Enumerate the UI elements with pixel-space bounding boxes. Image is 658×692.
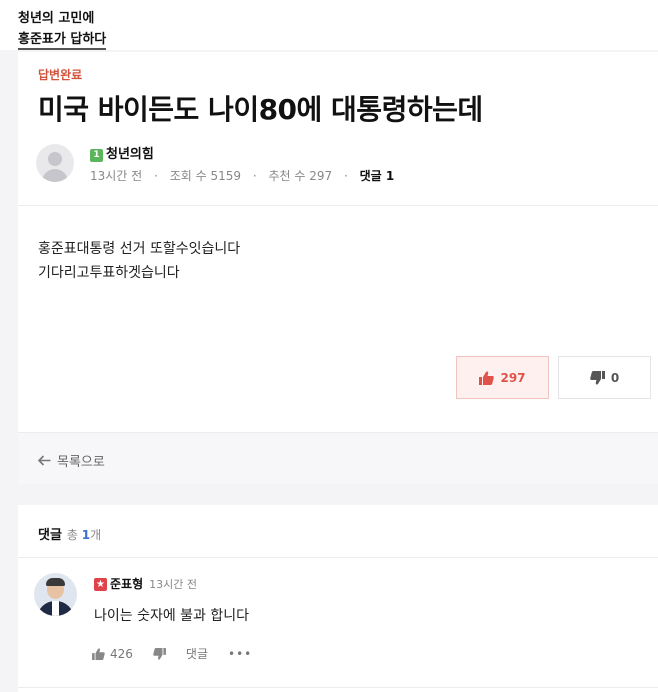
star-badge-icon: ★ bbox=[94, 578, 107, 591]
comments-total-prefix: 총 bbox=[66, 528, 82, 542]
post-body: 홍준표대통령 선거 또할수잇습니다 기다리고투표하겟습니다 bbox=[38, 237, 240, 285]
comments-total: 총 1개 bbox=[67, 528, 101, 542]
avatar-body-shape bbox=[42, 169, 68, 182]
thumbs-down-icon bbox=[153, 647, 166, 660]
level-badge-icon: 1 bbox=[90, 149, 103, 162]
divider bbox=[18, 557, 658, 558]
view-count: 조회 수 5159 bbox=[169, 169, 241, 183]
comments-total-suffix: 개 bbox=[90, 528, 102, 542]
comments-title: 댓글 bbox=[38, 528, 62, 543]
avatar-shirt-shape bbox=[52, 601, 59, 616]
comment-time: 13시간 전 bbox=[149, 578, 197, 591]
comment-dislike-button[interactable] bbox=[153, 647, 166, 660]
comment-reply-button[interactable]: 댓글 bbox=[186, 645, 208, 662]
post-meta: 13시간 전 · 조회 수 5159 · 추천 수 297 · 댓글 1 bbox=[90, 167, 394, 184]
brand-title-line2: 홍준표가 답하다 bbox=[18, 28, 107, 50]
post-body-line: 홍준표대통령 선거 또할수잇습니다 bbox=[38, 241, 241, 257]
comments-total-count: 1 bbox=[81, 528, 91, 542]
post-author[interactable]: 1 청년의힘 bbox=[90, 143, 154, 162]
comment-like-button[interactable]: 426 bbox=[92, 647, 133, 661]
comment-text: 나이는 숫자에 불과 합니다 bbox=[94, 608, 250, 624]
thumbs-down-icon bbox=[590, 370, 605, 385]
thumbs-up-icon bbox=[479, 370, 495, 385]
meta-separator: · bbox=[252, 169, 257, 183]
author-name: 청년의힘 bbox=[106, 147, 154, 162]
post-footer: 목록으로 bbox=[18, 432, 658, 484]
avatar-hair-shape bbox=[46, 578, 65, 586]
site-brand[interactable]: 청년의 고민에 홍준표가 답하다 bbox=[0, 0, 658, 50]
thumbs-up-icon bbox=[92, 647, 105, 660]
post-body-line: 기다리고투표하겟습니다 bbox=[38, 265, 180, 281]
comment-count-link[interactable]: 댓글 1 bbox=[360, 169, 395, 183]
post-title: 미국 바이든도 나이80에 대통령하는데 bbox=[38, 93, 483, 126]
avatar-head-shape bbox=[48, 152, 62, 166]
comment-author[interactable]: ★ 준표형 13시간 전 bbox=[94, 575, 197, 592]
downvote-count: 0 bbox=[610, 370, 620, 385]
brand-title-line1: 청년의 고민에 bbox=[18, 11, 95, 26]
more-icon[interactable]: ••• bbox=[228, 647, 252, 661]
meta-separator: · bbox=[343, 169, 348, 183]
upvote-count: 297 bbox=[500, 370, 526, 385]
back-to-list-link[interactable]: 목록으로 bbox=[38, 451, 105, 470]
downvote-button[interactable]: 0 bbox=[558, 356, 651, 399]
answer-status-label: 답변완료 bbox=[38, 68, 83, 82]
comment-actions: 426 댓글 ••• bbox=[92, 645, 252, 662]
divider bbox=[18, 687, 658, 688]
back-to-list-label: 목록으로 bbox=[57, 455, 105, 470]
comments-section: 댓글 총 1개 ★준표형 13시간 전 나이는 숫자에 불과 합니다 426 bbox=[18, 505, 658, 692]
meta-separator: · bbox=[154, 169, 158, 183]
comment-like-count: 426 bbox=[110, 646, 133, 661]
comment-author-name: 준표형 bbox=[110, 577, 144, 591]
arrow-left-icon bbox=[38, 455, 51, 466]
post-card: 답변완료 미국 바이든도 나이80에 대통령하는데 1 청년의힘 13시간 전 ·… bbox=[18, 52, 658, 484]
post-time: 13시간 전 bbox=[90, 169, 143, 183]
commenter-avatar[interactable] bbox=[34, 573, 77, 616]
comments-header: 댓글 총 1개 bbox=[38, 524, 101, 543]
author-avatar[interactable] bbox=[36, 144, 74, 182]
recommend-count: 추천 수 297 bbox=[268, 169, 333, 183]
upvote-button[interactable]: 297 bbox=[456, 356, 549, 399]
divider bbox=[18, 205, 658, 206]
